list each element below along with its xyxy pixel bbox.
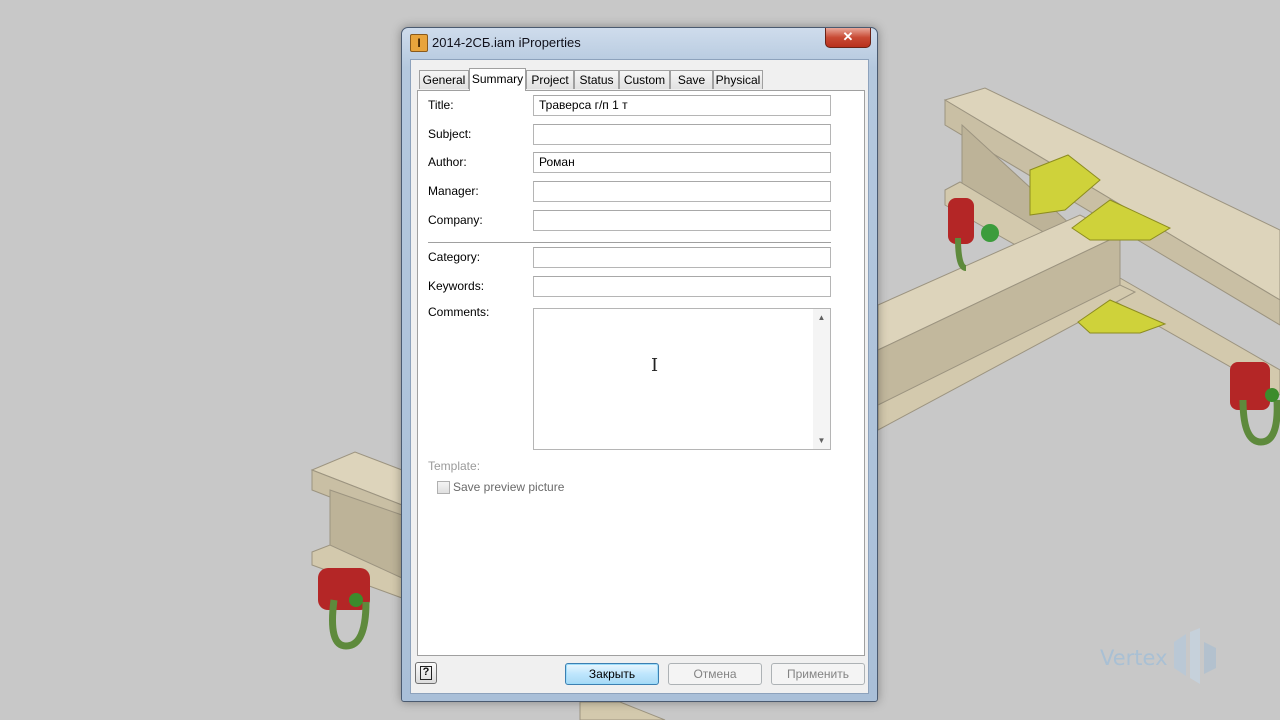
hook-left-bottom — [318, 568, 370, 650]
company-field[interactable] — [533, 210, 831, 231]
company-label: Company: — [428, 213, 483, 227]
manager-field[interactable] — [533, 181, 831, 202]
comments-scrollbar[interactable]: ▲ ▼ — [813, 309, 830, 449]
comments-textarea[interactable]: I ▲ ▼ — [533, 308, 831, 450]
keywords-field[interactable] — [533, 276, 831, 297]
tab-physical[interactable]: Physical — [713, 70, 763, 89]
manager-label: Manager: — [428, 184, 479, 198]
vertex-watermark: Vertex — [1100, 628, 1220, 684]
beam-bottom-stub — [579, 701, 666, 720]
tab-general[interactable]: General — [419, 70, 469, 89]
scroll-down-icon[interactable]: ▼ — [813, 436, 830, 445]
tab-summary[interactable]: Summary — [469, 68, 526, 91]
dialog-body: General Summary Project Status Custom Sa… — [410, 59, 869, 694]
title-label: Title: — [428, 98, 454, 112]
author-field[interactable]: Роман — [533, 152, 831, 173]
help-button[interactable]: ? — [415, 662, 437, 684]
title-bar[interactable]: I 2014-2СБ.iam iProperties ✕ — [402, 28, 877, 58]
keywords-label: Keywords: — [428, 279, 485, 293]
subject-label: Subject: — [428, 127, 472, 141]
app-icon: I — [410, 34, 428, 52]
tab-project[interactable]: Project — [526, 70, 574, 89]
close-button[interactable]: Закрыть — [565, 663, 659, 685]
scroll-up-icon[interactable]: ▲ — [813, 313, 830, 322]
tab-save[interactable]: Save — [670, 70, 713, 89]
subject-field[interactable] — [533, 124, 831, 145]
help-icon: ? — [420, 666, 432, 680]
title-field[interactable]: Траверса г/п 1 т — [533, 95, 831, 116]
divider — [428, 242, 831, 244]
close-icon[interactable]: ✕ — [825, 28, 871, 48]
watermark-text: Vertex — [1100, 646, 1168, 670]
tab-status[interactable]: Status — [574, 70, 619, 89]
summary-panel: Title: Траверса г/п 1 т Subject: Author:… — [417, 90, 865, 656]
save-preview-checkbox[interactable] — [437, 481, 450, 494]
category-label: Category: — [428, 250, 481, 264]
comments-label: Comments: — [428, 305, 490, 319]
tab-custom[interactable]: Custom — [619, 70, 670, 89]
text-cursor-icon: I — [651, 355, 659, 376]
apply-button[interactable]: Применить — [771, 663, 865, 685]
template-label: Template: — [428, 459, 481, 473]
vertex-logo-icon — [1174, 628, 1216, 684]
category-field[interactable] — [533, 247, 831, 268]
window-title: 2014-2СБ.iam iProperties — [432, 35, 581, 50]
save-preview-label[interactable]: Save preview picture — [453, 480, 564, 494]
cancel-button[interactable]: Отмена — [668, 663, 762, 685]
author-label: Author: — [428, 155, 467, 169]
iproperties-dialog: I 2014-2СБ.iam iProperties ✕ General Sum… — [401, 27, 878, 702]
